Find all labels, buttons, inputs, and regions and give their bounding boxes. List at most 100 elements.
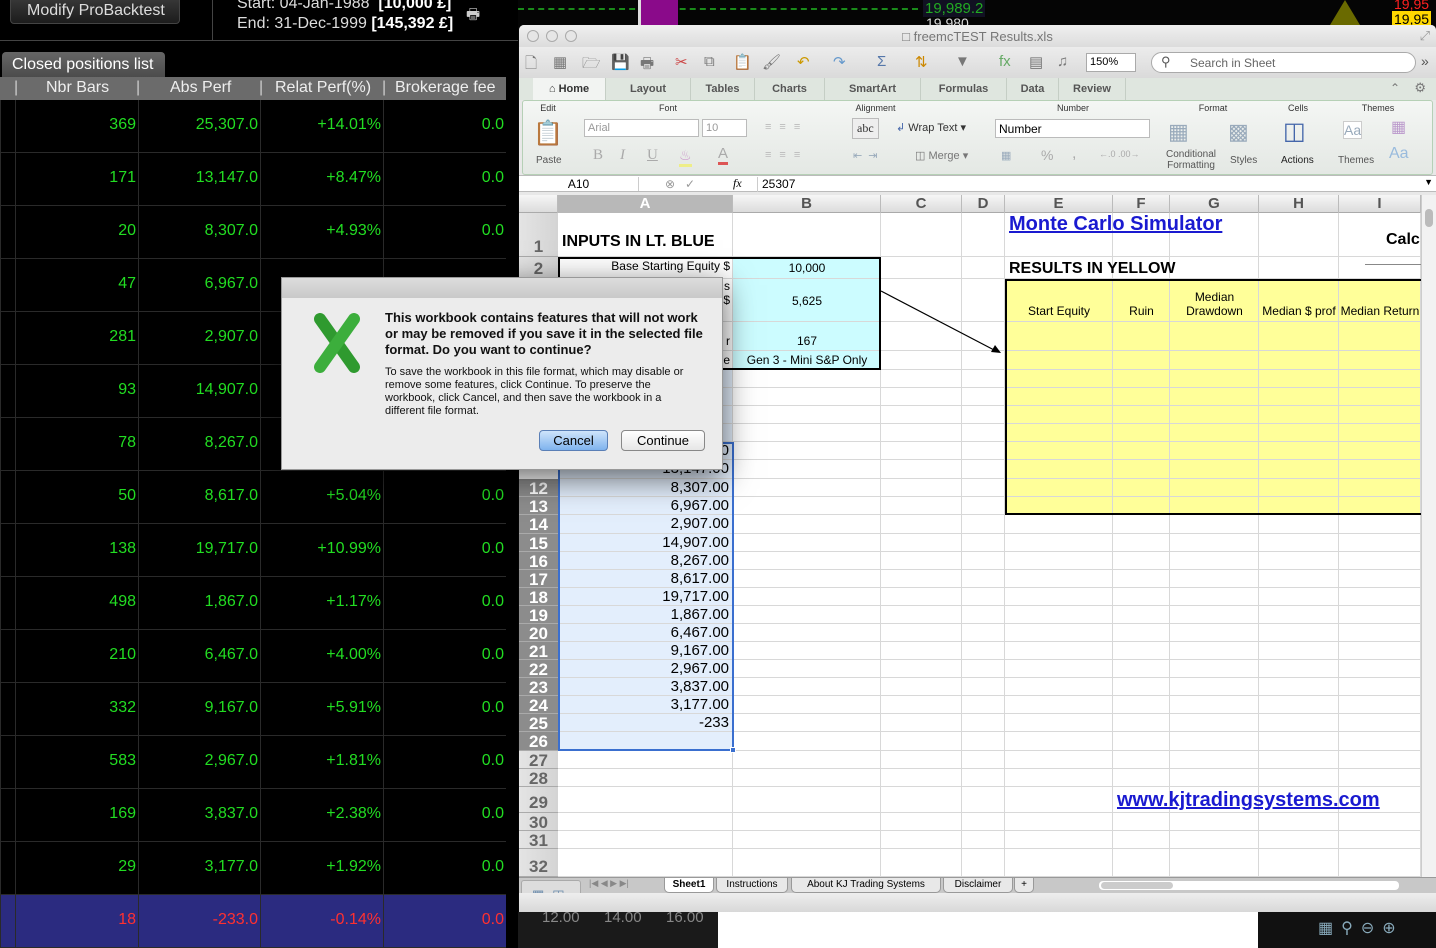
close-button[interactable] (527, 30, 539, 42)
row-header-1[interactable]: 1 (519, 213, 558, 257)
copy-icon[interactable]: ⧉ (704, 53, 715, 70)
ribbon-settings-icon[interactable]: ⚙ (1414, 80, 1426, 96)
monte-carlo-link[interactable]: Monte Carlo Simulator (1005, 213, 1222, 236)
sheet-nav-arrows[interactable]: |◀ ◀ ▶ ▶| (589, 878, 629, 889)
formula-input[interactable]: 25307 (757, 177, 1417, 192)
zoom-select[interactable]: 150% (1086, 53, 1136, 72)
cut-icon[interactable]: ✂ (675, 53, 688, 71)
cell-a14[interactable]: 2,907.00 (558, 515, 729, 534)
row-header-24[interactable]: 24 (519, 696, 558, 715)
zoom-in-icon[interactable]: ⊕ (1382, 920, 1403, 937)
italic-button[interactable]: I (620, 147, 625, 164)
vertical-align-buttons[interactable]: ≡≡≡ (765, 121, 808, 133)
row-header-27[interactable]: 27 (519, 751, 558, 770)
currency-icon[interactable]: ▦ (1001, 149, 1011, 162)
modify-probacktest-button[interactable]: Modify ProBacktest (10, 0, 180, 24)
column-header-g[interactable]: G (1170, 195, 1259, 213)
column-header-e[interactable]: E (1005, 195, 1113, 213)
col-nbr-bars[interactable]: Nbr Bars (46, 79, 109, 97)
tab-charts[interactable]: Charts (755, 78, 825, 100)
column-header-h[interactable]: H (1259, 195, 1339, 213)
vertical-scrollbar[interactable] (1421, 195, 1436, 877)
tab-formulas[interactable]: Formulas (921, 78, 1007, 100)
col-abs-perf[interactable]: Abs Perf (170, 79, 231, 97)
undo-icon[interactable]: ↶ (797, 53, 810, 71)
column-header-c[interactable]: C (881, 195, 962, 213)
save-icon[interactable]: 💾 (611, 53, 630, 71)
cell-a13[interactable]: 6,967.00 (558, 497, 729, 515)
scale-icon[interactable]: ▦ (1318, 920, 1341, 937)
col-brokerage-fee[interactable]: Brokerage fee (395, 79, 496, 97)
bold-button[interactable]: B (593, 147, 603, 164)
column-header-b[interactable]: B (733, 195, 881, 213)
row-header-2[interactable]: 2 (519, 257, 558, 279)
underline-button[interactable]: U (647, 147, 658, 164)
filter-icon[interactable]: ▼ (955, 53, 970, 70)
tab-smartart[interactable]: SmartArt (825, 78, 921, 100)
tab-tables[interactable]: Tables (691, 78, 755, 100)
sheet-tab-about-kj-trading-systems[interactable]: About KJ Trading Systems (791, 878, 941, 893)
zoom-out-icon[interactable]: ⊖ (1361, 920, 1382, 937)
merge-button[interactable]: ◫ Merge ▾ (915, 149, 968, 162)
cell-a24[interactable]: 3,177.00 (558, 696, 729, 714)
table-row[interactable]: 369 25,307.0 +14.01% 0.0 (0, 100, 506, 153)
table-row[interactable]: 498 1,867.0 +1.17% 0.0 (0, 577, 506, 630)
indent-buttons[interactable]: ⇤⇥ (853, 149, 883, 162)
cell-a20[interactable]: 6,467.00 (558, 624, 729, 642)
column-header-d[interactable]: D (962, 195, 1005, 213)
function-wizard-icon[interactable]: fx (733, 176, 742, 191)
scroll-thumb[interactable] (1101, 882, 1173, 889)
row-header-17[interactable]: 17 (519, 570, 558, 589)
fill-color-icon[interactable]: ♨ (679, 147, 692, 167)
cell-a22[interactable]: 2,967.00 (558, 660, 729, 678)
new-icon[interactable]: 🗋 (525, 53, 537, 78)
column-header-f[interactable]: F (1113, 195, 1170, 213)
toolbox-icon[interactable]: ▤ (1029, 53, 1043, 71)
font-size-select[interactable]: 10 (702, 119, 747, 137)
row-header-12[interactable]: 12 (519, 479, 558, 498)
gallery-icon[interactable]: ▦ (553, 53, 567, 71)
cell-a23[interactable]: 3,837.00 (558, 678, 729, 696)
row-header-18[interactable]: 18 (519, 588, 558, 607)
scroll-thumb[interactable] (1425, 209, 1433, 227)
themes-icon[interactable]: Aa (1343, 121, 1363, 139)
column-header-a[interactable]: A (558, 195, 733, 213)
conditional-formatting-icon[interactable]: ▦ (1168, 119, 1189, 145)
cell-a21[interactable]: 9,167.00 (558, 642, 729, 660)
row-header-15[interactable]: 15 (519, 534, 558, 553)
tab-home[interactable]: ⌂ Home (533, 78, 606, 100)
tab-closed-positions[interactable]: Closed positions list (2, 52, 165, 78)
expand-formula-icon[interactable]: ▼ (1424, 177, 1433, 187)
zoom-fit-icon[interactable]: ⚲ (1341, 920, 1361, 937)
number-format-select[interactable]: Number (995, 119, 1150, 138)
media-icon[interactable]: ♫ (1057, 53, 1068, 70)
website-link[interactable]: www.kjtradingsystems.com (1113, 789, 1380, 812)
autosum-icon[interactable]: Σ (877, 53, 886, 70)
row-header-21[interactable]: 21 (519, 642, 558, 661)
cell-a18[interactable]: 19,717.00 (558, 588, 729, 606)
confirm-entry-icon[interactable]: ✓ (685, 177, 695, 191)
column-header-i[interactable]: I (1339, 195, 1421, 213)
cancel-entry-icon[interactable]: ⊗ (665, 177, 675, 191)
theme-fonts-button[interactable]: Aa (1389, 145, 1409, 163)
continue-button[interactable]: Continue (621, 430, 705, 451)
row-header-14[interactable]: 14 (519, 515, 558, 534)
paste-icon[interactable]: 📋 (733, 53, 752, 71)
row-header-22[interactable]: 22 (519, 660, 558, 679)
row-header-19[interactable]: 19 (519, 606, 558, 625)
row-header-32[interactable]: 32 (519, 849, 558, 877)
table-row[interactable]: 29 3,177.0 +1.92% 0.0 (0, 842, 506, 895)
tab-data[interactable]: Data (1007, 78, 1059, 100)
fill-handle[interactable] (730, 747, 736, 753)
zoom-button[interactable] (565, 30, 577, 42)
cancel-button[interactable]: Cancel (539, 430, 608, 451)
paste-button[interactable]: Paste (536, 155, 562, 166)
font-name-select[interactable]: Arial (584, 119, 699, 137)
table-row[interactable]: 210 6,467.0 +4.00% 0.0 (0, 630, 506, 683)
percent-button[interactable]: % (1041, 147, 1053, 163)
cell-a15[interactable]: 14,907.00 (558, 534, 729, 552)
row-header-26[interactable]: 26 (519, 732, 558, 751)
cell-a19[interactable]: 1,867.00 (558, 606, 729, 624)
minimize-button[interactable] (546, 30, 558, 42)
table-row[interactable]: 583 2,967.0 +1.81% 0.0 (0, 736, 506, 789)
